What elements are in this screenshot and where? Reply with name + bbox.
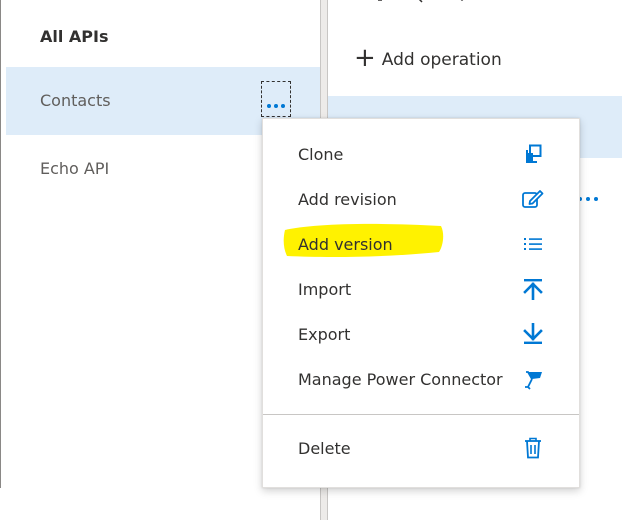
more-options-button[interactable] xyxy=(261,81,291,117)
all-apis-header[interactable]: All APIs xyxy=(40,27,109,46)
clone-icon xyxy=(521,142,545,166)
export-arrow-down-icon xyxy=(521,322,545,346)
power-connector-icon xyxy=(521,367,545,391)
menu-item-import[interactable]: Import xyxy=(263,267,579,311)
menu-item-add-version[interactable]: Add version xyxy=(263,222,579,266)
api-item-label: Echo API xyxy=(40,159,110,178)
operation-ellipsis-icon[interactable] xyxy=(578,197,598,201)
edit-icon xyxy=(521,187,545,211)
menu-item-label: Add revision xyxy=(298,189,397,209)
menu-item-export[interactable]: Export xyxy=(263,312,579,356)
menu-item-label: Import xyxy=(298,279,352,299)
menu-item-add-revision[interactable]: Add revision xyxy=(263,177,579,221)
api-item-label: Contacts xyxy=(40,91,111,110)
menu-item-clone[interactable]: Clone xyxy=(263,132,579,176)
list-icon xyxy=(521,232,545,256)
menu-separator xyxy=(263,414,579,415)
add-operation-button[interactable]: + Add operation xyxy=(354,43,502,73)
context-menu: Clone Add revision Add version Import Ex… xyxy=(262,118,580,488)
menu-item-label: Export xyxy=(298,324,351,344)
menu-item-label: Add version xyxy=(298,234,393,254)
cropped-text-fragment xyxy=(378,0,464,3)
trash-icon xyxy=(521,436,545,460)
menu-item-manage-power-connector[interactable]: Manage Power Connector xyxy=(263,357,579,401)
menu-item-label: Clone xyxy=(298,144,344,164)
ellipsis-icon xyxy=(267,104,285,108)
menu-item-label: Manage Power Connector xyxy=(298,369,503,389)
menu-item-label: Delete xyxy=(298,438,351,458)
add-operation-label: Add operation xyxy=(381,49,502,70)
menu-item-delete[interactable]: Delete xyxy=(263,426,579,470)
plus-icon: + xyxy=(354,43,376,73)
import-arrow-up-icon xyxy=(521,277,545,301)
